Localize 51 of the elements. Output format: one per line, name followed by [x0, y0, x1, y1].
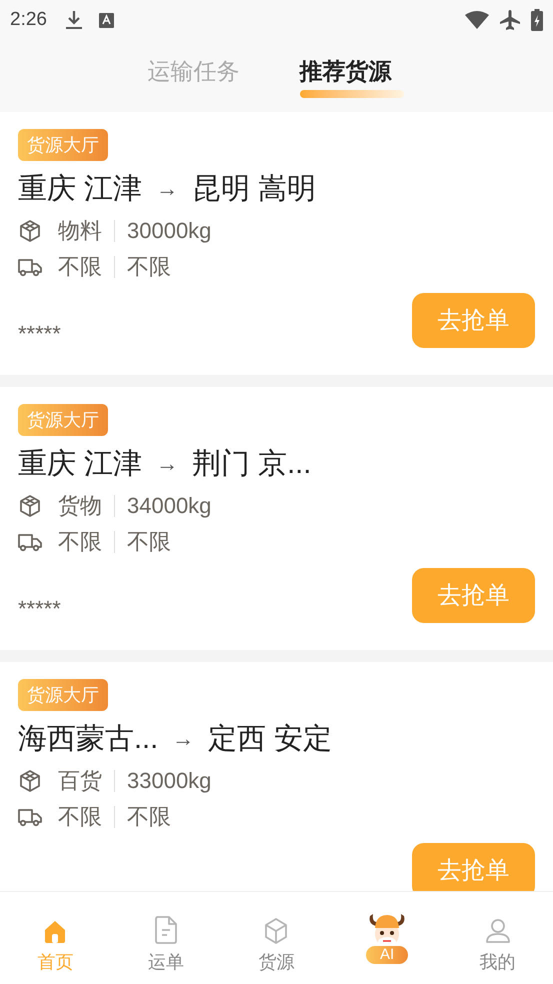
tab[interactable]: 运输任务	[148, 54, 254, 100]
cargo-weight: 34000kg	[127, 492, 212, 520]
tab[interactable]: 推荐货源	[300, 54, 406, 100]
download-icon	[64, 10, 83, 30]
grab-order-button[interactable]: 去抢单	[412, 843, 535, 891]
vehicle-type: 不限	[127, 528, 171, 556]
vehicle-length: 不限	[58, 253, 102, 281]
vehicle-length: 不限	[58, 528, 102, 556]
nav-item[interactable]: AI	[332, 892, 442, 984]
truck-icon	[18, 807, 42, 827]
keyboard-icon	[98, 12, 114, 28]
nav-item[interactable]: 货源	[221, 892, 332, 984]
origin: 重庆 江津	[18, 447, 142, 482]
airplane-icon	[499, 9, 521, 31]
destination: 定西 安定	[208, 722, 332, 757]
cargo-type: 百货	[58, 767, 102, 795]
vehicle-type: 不限	[127, 253, 171, 281]
masked-contact: *****	[18, 597, 61, 621]
vehicle-length: 不限	[58, 803, 102, 831]
route-arrow: →	[156, 450, 178, 478]
nav-item[interactable]: 首页	[0, 892, 111, 984]
cargo-type: 货物	[58, 492, 102, 520]
cube-icon	[18, 219, 42, 243]
box-icon	[263, 917, 290, 945]
wifi-icon	[465, 11, 489, 29]
cargo-weight: 33000kg	[127, 767, 212, 795]
origin: 海西蒙古...	[18, 722, 158, 757]
status-time: 2:26	[10, 8, 47, 32]
truck-icon	[18, 532, 42, 552]
truck-icon	[18, 257, 42, 277]
person-icon	[484, 917, 512, 945]
tag: 货源大厅	[18, 679, 108, 711]
grab-order-button[interactable]: 去抢单	[412, 568, 535, 623]
destination: 昆明 嵩明	[192, 172, 316, 207]
tag: 货源大厅	[18, 129, 108, 161]
nav-item[interactable]: 我的	[442, 892, 553, 984]
route-arrow: →	[156, 175, 178, 203]
cargo-weight: 30000kg	[127, 217, 212, 245]
grab-order-button[interactable]: 去抢单	[412, 293, 535, 348]
tag: 货源大厅	[18, 404, 108, 436]
vehicle-type: 不限	[127, 803, 171, 831]
battery-icon	[531, 9, 543, 31]
cube-icon	[18, 494, 42, 518]
cargo-type: 物料	[58, 217, 102, 245]
nav-item[interactable]: 运单	[110, 892, 222, 984]
cube-icon	[18, 769, 42, 793]
document-icon	[152, 915, 179, 945]
route-arrow: →	[172, 725, 194, 753]
origin: 重庆 江津	[18, 172, 142, 207]
masked-contact: *****	[18, 322, 61, 346]
destination: 荆门 京...	[192, 447, 312, 482]
